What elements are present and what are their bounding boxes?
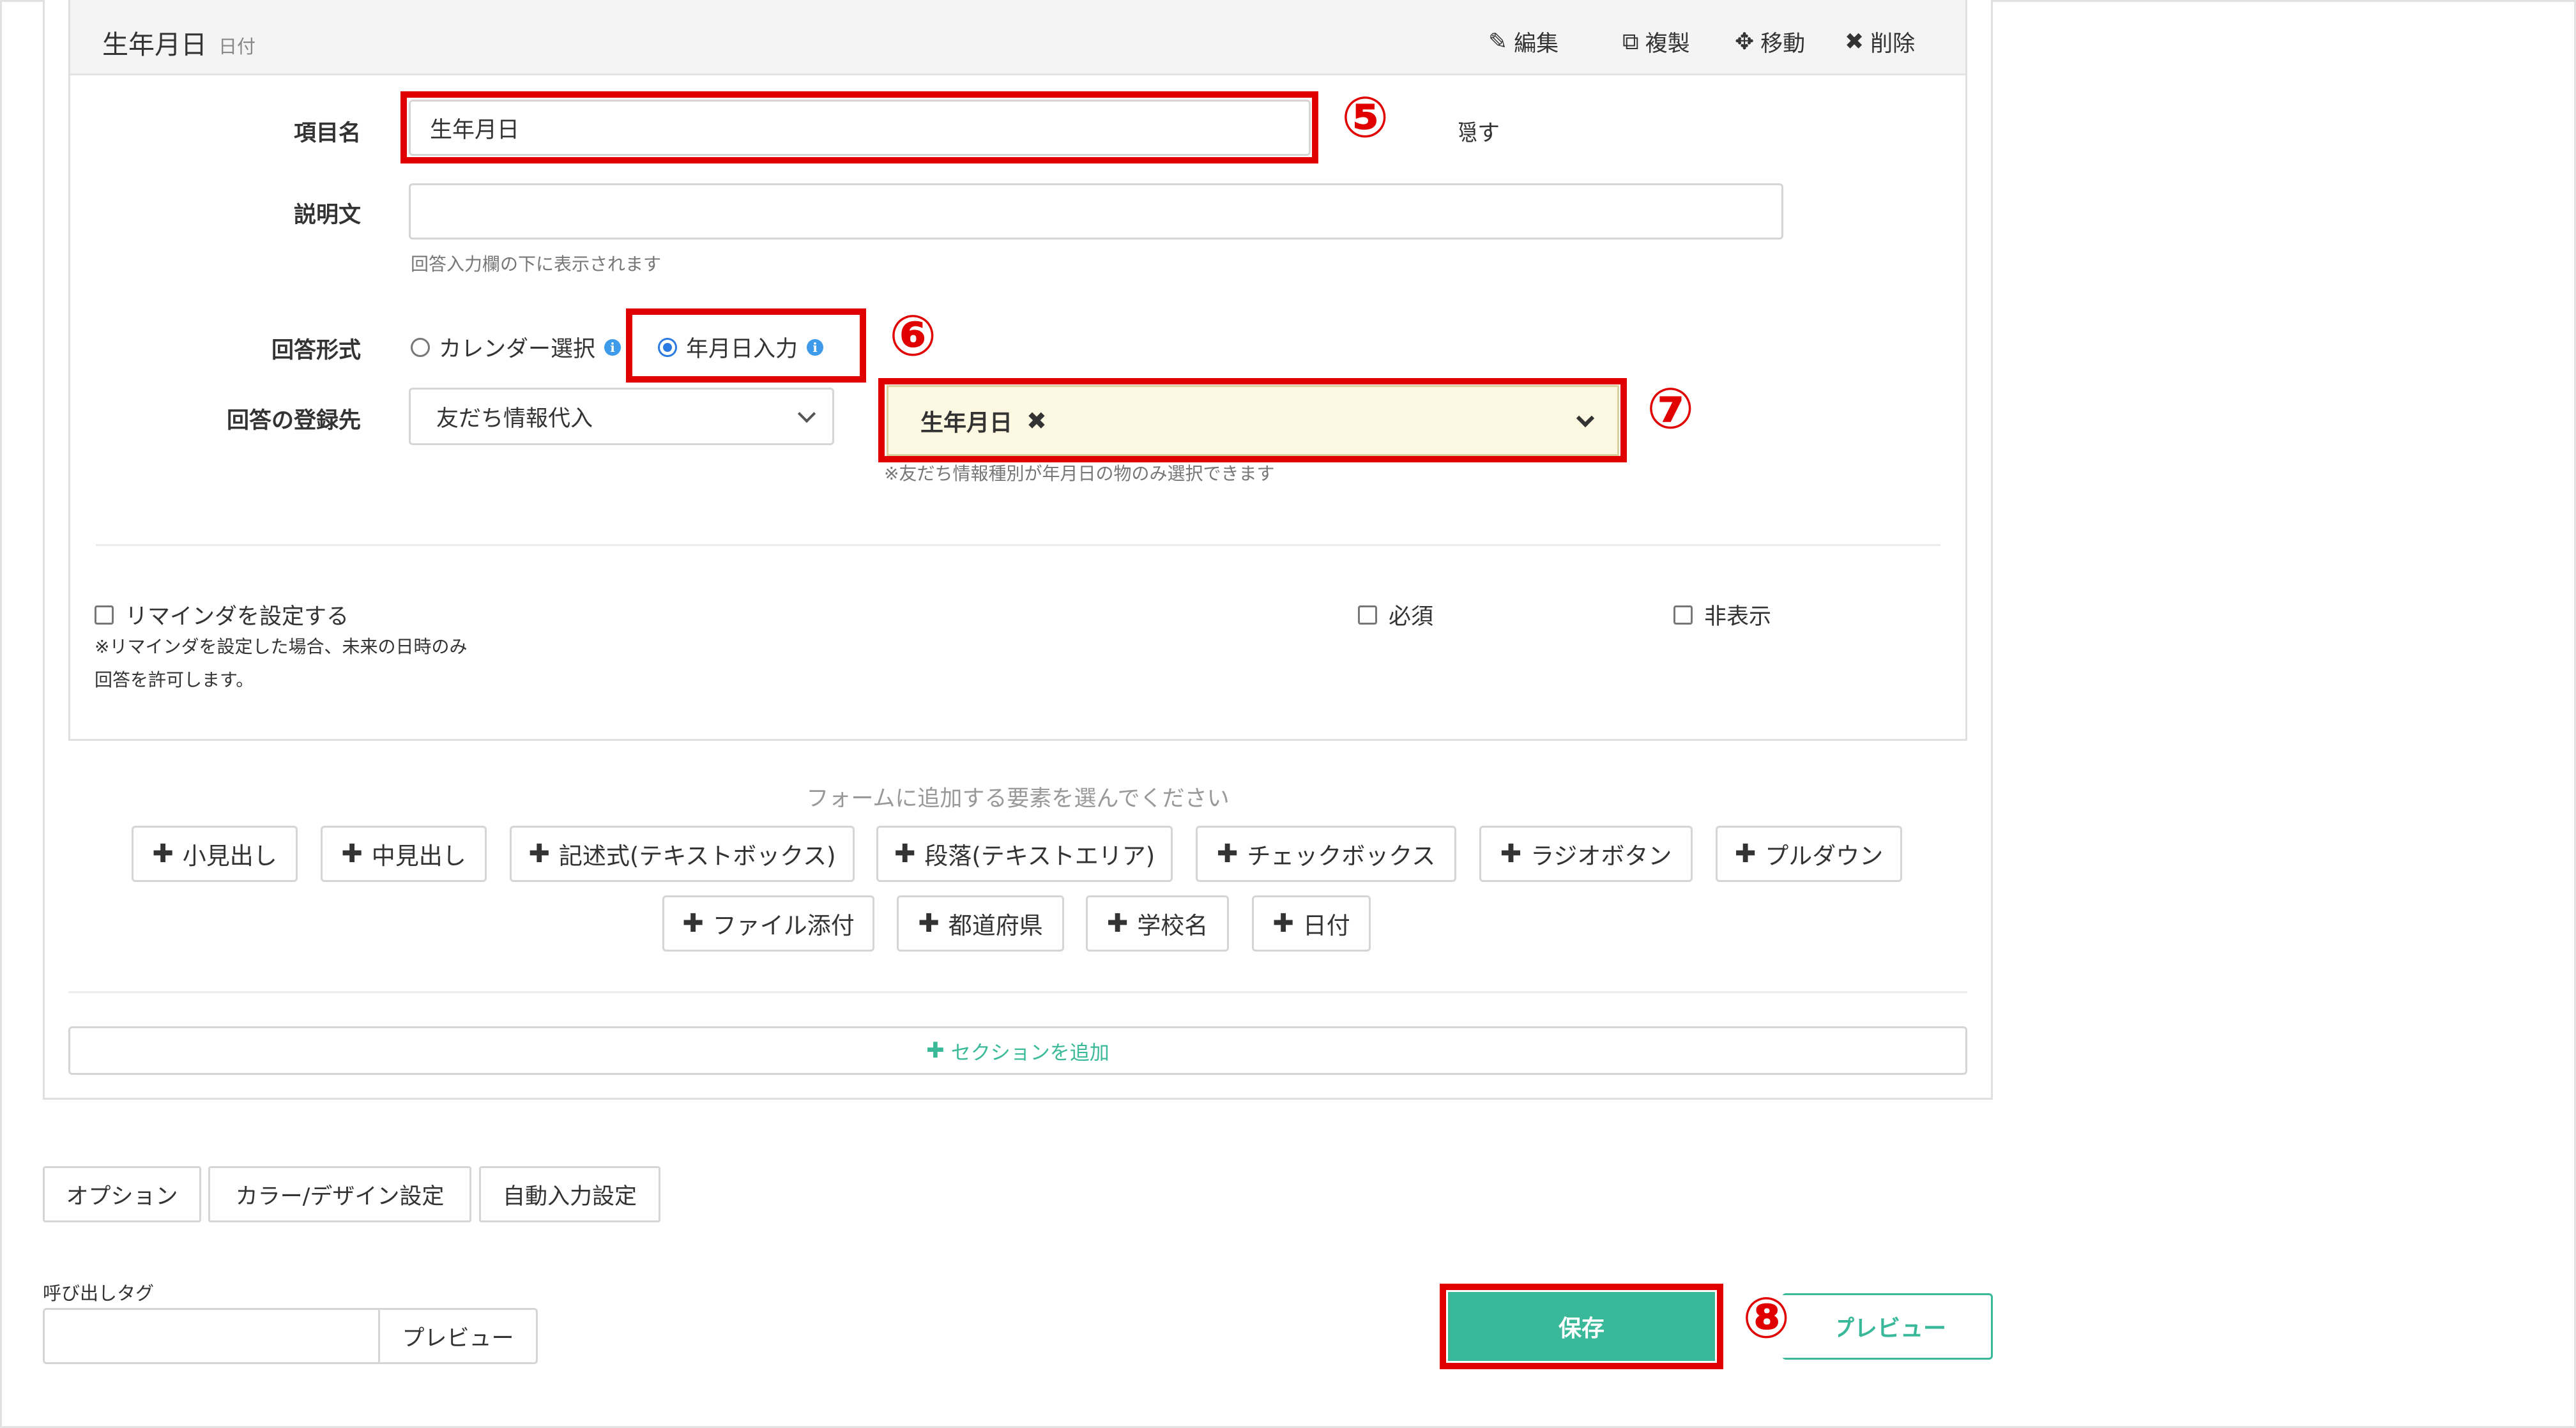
item-name-label: 項目名 bbox=[293, 121, 361, 146]
add-checkbox-button[interactable]: ✚ チェックボックス bbox=[1196, 826, 1456, 882]
plus-icon: ✚ bbox=[1272, 909, 1294, 938]
preview-button-label: プレビュー bbox=[1831, 1316, 1947, 1342]
button-label: ラジオボタン bbox=[1530, 842, 1672, 870]
button-label: 日付 bbox=[1302, 912, 1350, 939]
reminder-note-line2: 回答を許可します。 bbox=[95, 669, 254, 690]
register-select-value: 友だち情報代入 bbox=[436, 406, 593, 432]
register-help: ※友だち情報種別が年月日の物のみ選択できます bbox=[884, 463, 1275, 484]
register-label: 回答の登録先 bbox=[226, 408, 361, 434]
reminder-label: リマインダを設定する bbox=[125, 604, 349, 630]
reminder-checkbox[interactable]: リマインダを設定する bbox=[95, 598, 349, 631]
chevron-down-icon bbox=[797, 404, 816, 423]
hidden-checkbox[interactable]: 非表示 bbox=[1673, 598, 1771, 631]
add-textarea-button[interactable]: ✚ 段落(テキストエリア) bbox=[876, 826, 1173, 882]
description-help: 回答入力欄の下に表示されます bbox=[411, 254, 662, 275]
move-label: 移動 bbox=[1760, 31, 1806, 57]
move-button[interactable]: ✥ 移動 bbox=[1735, 26, 1805, 58]
radio-calendar-label: カレンダー選択 bbox=[439, 337, 596, 362]
move-arrows-icon: ✥ bbox=[1735, 29, 1755, 55]
plus-icon: ✚ bbox=[1106, 909, 1129, 938]
call-tag-input[interactable] bbox=[43, 1308, 380, 1364]
info-icon[interactable]: i bbox=[604, 338, 621, 356]
edit-button[interactable]: ✎ 編集 bbox=[1488, 26, 1559, 58]
tab-auto-input[interactable]: 自動入力設定 bbox=[479, 1166, 660, 1222]
annotation-8: ⑧ bbox=[1742, 1285, 1790, 1351]
hidden-checkbox-box[interactable] bbox=[1673, 605, 1693, 625]
add-school-button[interactable]: ✚ 学校名 bbox=[1086, 895, 1229, 952]
button-label: 学校名 bbox=[1137, 912, 1208, 939]
highlight-box-7 bbox=[878, 378, 1627, 462]
divider bbox=[96, 544, 1940, 546]
description-input[interactable] bbox=[409, 183, 1783, 239]
highlight-box-5 bbox=[400, 91, 1318, 163]
plus-icon: ✚ bbox=[1216, 839, 1238, 869]
hidden-label: 非表示 bbox=[1704, 604, 1772, 630]
plus-icon: ✚ bbox=[682, 909, 704, 938]
edit-label: 編集 bbox=[1514, 31, 1559, 57]
plus-icon: ✚ bbox=[926, 1038, 945, 1063]
add-pulldown-button[interactable]: ✚ プルダウン bbox=[1716, 826, 1902, 882]
plus-icon: ✚ bbox=[152, 839, 174, 869]
button-label: 段落(テキストエリア) bbox=[924, 842, 1155, 870]
delete-label: 削除 bbox=[1870, 31, 1916, 57]
add-medium-heading-button[interactable]: ✚ 中見出し bbox=[321, 826, 487, 882]
divider bbox=[68, 991, 1967, 993]
button-label: プルダウン bbox=[1765, 842, 1884, 870]
duplicate-label: 複製 bbox=[1645, 31, 1690, 57]
description-label: 説明文 bbox=[293, 202, 361, 228]
pencil-icon: ✎ bbox=[1488, 29, 1508, 55]
required-label: 必須 bbox=[1389, 604, 1434, 630]
annotation-7: ⑦ bbox=[1647, 376, 1695, 441]
required-checkbox[interactable]: 必須 bbox=[1358, 598, 1433, 631]
close-icon: ✖ bbox=[1845, 29, 1864, 55]
button-label: 中見出し bbox=[371, 842, 466, 870]
card-title: 生年月日 bbox=[102, 29, 207, 60]
button-label: 記述式(テキストボックス) bbox=[558, 842, 836, 870]
copy-icon: ⧉ bbox=[1622, 28, 1639, 55]
tab-options[interactable]: オプション bbox=[43, 1166, 201, 1222]
add-elements-title: フォームに追加する要素を選んでください bbox=[806, 786, 1230, 812]
add-date-button[interactable]: ✚ 日付 bbox=[1252, 895, 1371, 952]
plus-icon: ✚ bbox=[1500, 839, 1522, 869]
plus-icon: ✚ bbox=[341, 839, 363, 869]
reminder-note-line1: ※リマインダを設定した場合、未来の日時のみ bbox=[95, 636, 468, 657]
add-radio-button[interactable]: ✚ ラジオボタン bbox=[1479, 826, 1693, 882]
tab-color-design[interactable]: カラー/デザイン設定 bbox=[208, 1166, 471, 1222]
plus-icon: ✚ bbox=[1734, 839, 1757, 869]
add-section-button[interactable]: ✚ セクションを追加 bbox=[68, 1026, 1967, 1075]
add-section-label: セクションを追加 bbox=[950, 1041, 1109, 1065]
radio-calendar-circle[interactable] bbox=[411, 337, 430, 357]
add-small-heading-button[interactable]: ✚ 小見出し bbox=[132, 826, 298, 882]
reminder-checkbox-box[interactable] bbox=[95, 605, 114, 625]
annotation-6: ⑥ bbox=[889, 303, 937, 368]
annotation-5: ⑤ bbox=[1341, 84, 1389, 150]
highlight-box-6 bbox=[626, 308, 866, 383]
required-checkbox-box[interactable] bbox=[1358, 605, 1377, 625]
highlight-box-8 bbox=[1440, 1284, 1723, 1369]
radio-calendar[interactable]: カレンダー選択 i bbox=[411, 331, 621, 363]
call-tag-label: 呼び出しタグ bbox=[43, 1282, 155, 1304]
plus-icon: ✚ bbox=[528, 839, 550, 869]
delete-button[interactable]: ✖ 削除 bbox=[1845, 26, 1915, 58]
button-label: ファイル添付 bbox=[712, 912, 855, 939]
plus-icon: ✚ bbox=[894, 839, 916, 869]
plus-icon: ✚ bbox=[918, 909, 940, 938]
answer-format-label: 回答形式 bbox=[271, 338, 361, 363]
preview-mask bbox=[1782, 1295, 1838, 1358]
hide-label-mask bbox=[1449, 115, 1459, 147]
call-tag-preview-button[interactable]: プレビュー bbox=[378, 1308, 538, 1364]
register-select[interactable]: 友だち情報代入 bbox=[409, 388, 834, 445]
button-label: 小見出し bbox=[182, 842, 277, 870]
button-label: チェックボックス bbox=[1247, 842, 1436, 870]
duplicate-button[interactable]: ⧉ 複製 bbox=[1622, 26, 1690, 58]
card-subtitle: 日付 bbox=[218, 36, 256, 57]
button-label: 都道府県 bbox=[948, 912, 1043, 939]
add-prefecture-button[interactable]: ✚ 都道府県 bbox=[897, 895, 1064, 952]
add-textbox-button[interactable]: ✚ 記述式(テキストボックス) bbox=[510, 826, 855, 882]
add-file-button[interactable]: ✚ ファイル添付 bbox=[662, 895, 874, 952]
